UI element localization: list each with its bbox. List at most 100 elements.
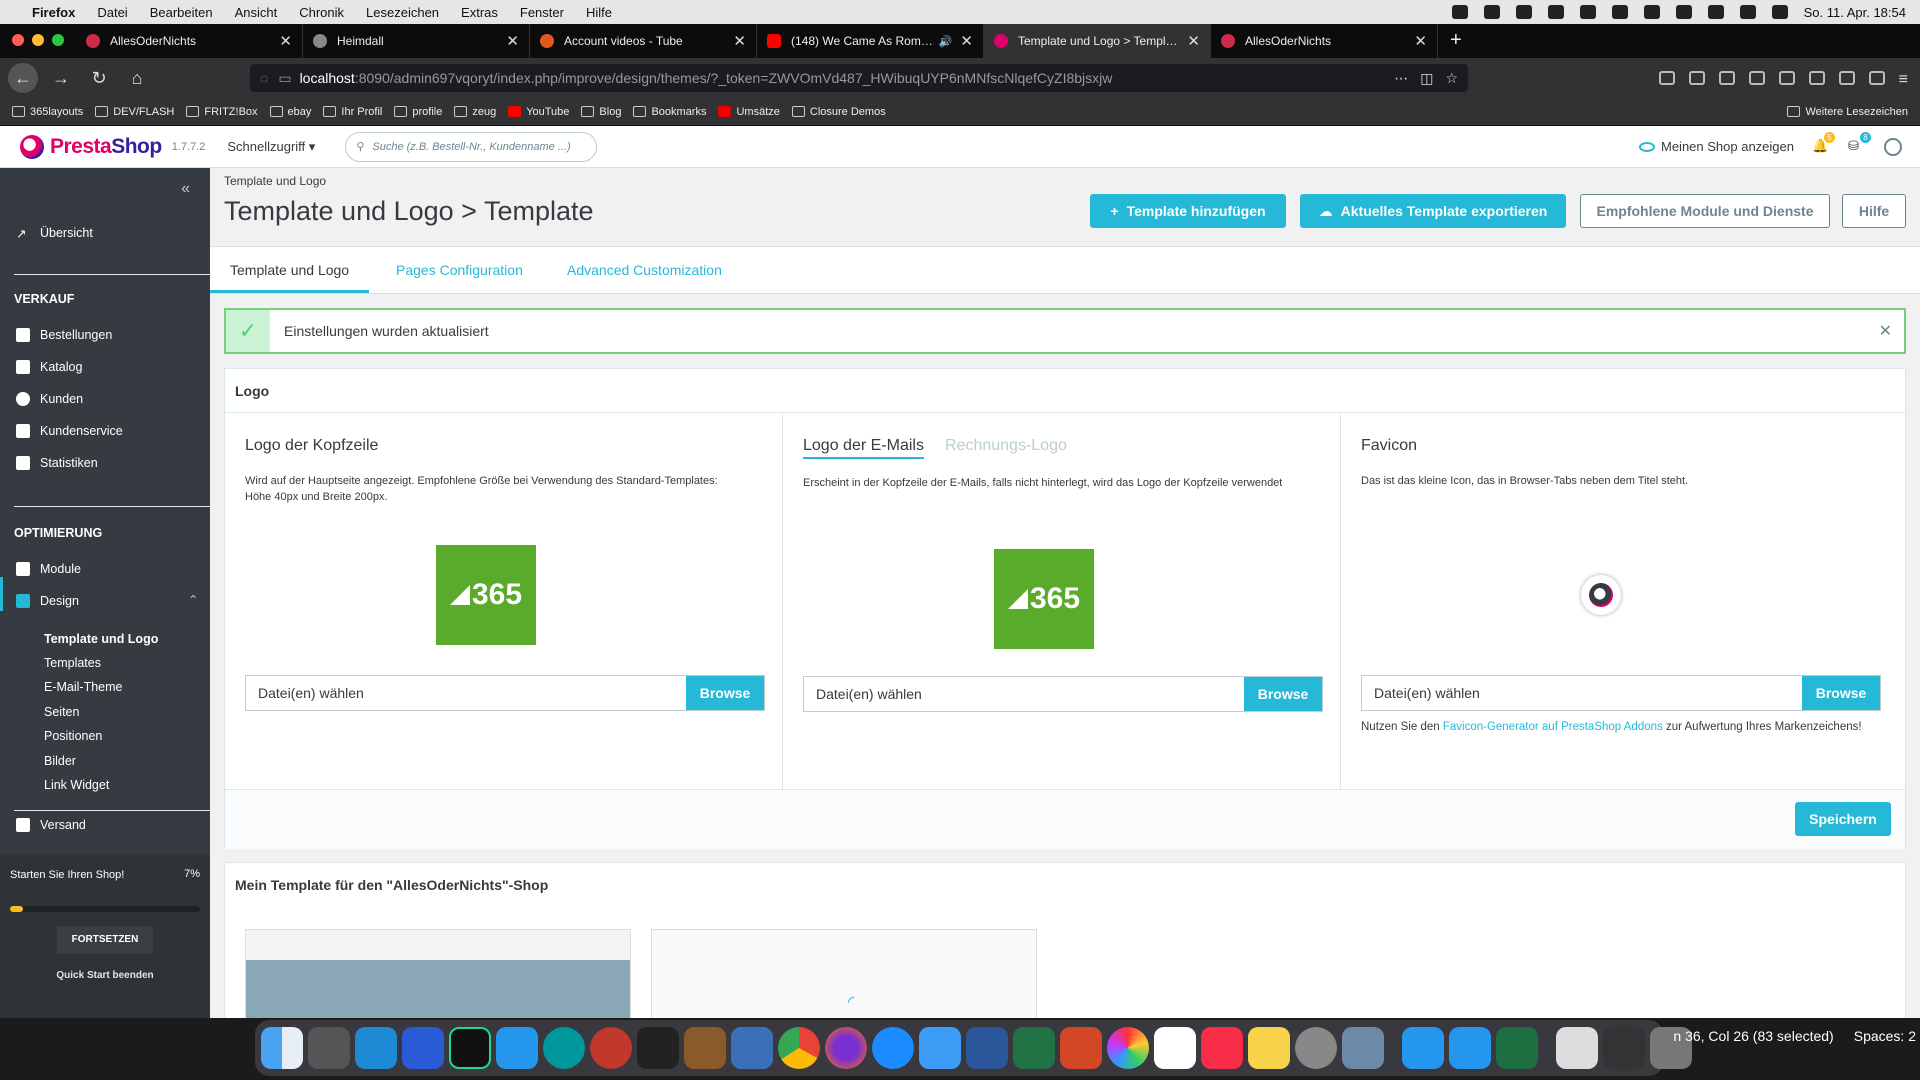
notifications-icon[interactable]: 🔔 5 [1812,131,1835,156]
add-template-button[interactable]: + Template hinzufügen [1090,194,1286,228]
word-icon[interactable] [966,1027,1008,1069]
help-button[interactable]: Hilfe [1842,194,1906,228]
screens-icon[interactable] [402,1027,444,1069]
spotlight-icon[interactable] [1739,5,1756,19]
sidebar-subitem-positions[interactable]: Positionen [44,729,102,743]
mail-icon[interactable] [919,1027,961,1069]
user-icon[interactable] [1707,5,1724,19]
home-icon[interactable]: ⌂ [122,68,152,89]
tab-invoice-logo[interactable]: Rechnungs-Logo [945,437,1067,455]
sidebar-item-customers[interactable]: Kunden [16,392,83,406]
menu-extras[interactable]: Extras [461,5,498,20]
sidebar-item-shipping[interactable]: Versand [16,818,86,832]
excel-icon[interactable] [1013,1027,1055,1069]
bookmark-star-icon[interactable]: ☆ [1445,70,1458,87]
finder-icon[interactable] [261,1027,303,1069]
system-preferences-icon[interactable] [1295,1027,1337,1069]
docker-icon[interactable] [1449,1027,1491,1069]
sidebar-subitem-pages[interactable]: Seiten [44,705,79,719]
photos-icon[interactable] [1107,1027,1149,1069]
sidebar-item-customer-service[interactable]: Kundenservice [16,424,123,438]
reload-icon[interactable]: ↻ [84,68,114,89]
browser-tab[interactable]: Heimdall ✕ [303,24,530,58]
zoom-window-icon[interactable] [52,34,64,46]
browse-button[interactable]: Browse [1244,677,1322,711]
menu-hilfe[interactable]: Hilfe [586,5,612,20]
status-icon[interactable] [1451,5,1468,19]
browse-button[interactable]: Browse [686,676,764,710]
cursor-position[interactable]: n 36, Col 26 (83 selected) [1673,1028,1833,1044]
close-tab-icon[interactable]: ✕ [733,32,746,50]
minimize-window-icon[interactable] [32,34,44,46]
bookmark-item[interactable]: zeug [454,106,496,118]
notes-icon[interactable] [1248,1027,1290,1069]
account-icon[interactable] [1884,137,1902,156]
orders-icon[interactable]: ⛁ 8 [1848,131,1871,156]
safari-icon[interactable] [872,1027,914,1069]
bookmark-item[interactable]: profile [394,106,442,118]
forward-icon[interactable]: → [46,68,76,89]
search-input[interactable]: ⚲ Suche (z.B. Bestell-Nr., Kundenname ..… [345,131,598,162]
save-button[interactable]: Speichern [1795,802,1891,836]
sidebar-item-design[interactable]: Design [16,594,79,608]
close-icon[interactable]: ✕ [1879,321,1892,341]
sidebar-item-orders[interactable]: Bestellungen [16,328,112,342]
tab-pages-configuration[interactable]: Pages Configuration [396,247,523,293]
arduino-icon[interactable] [543,1027,585,1069]
browser-tab[interactable]: (148) We Came As Romans 🔊 ✕ [757,24,984,58]
document-icon[interactable] [1556,1027,1598,1069]
powerpoint-icon[interactable] [1060,1027,1102,1069]
menu-app[interactable]: Firefox [32,5,75,20]
menu-chronik[interactable]: Chronik [299,5,344,20]
close-tab-icon[interactable]: ✕ [960,32,973,50]
quick-access-dropdown[interactable]: Schnellzugriff ▾ [227,139,315,155]
chevron-up-icon[interactable]: ⌃ [188,592,198,607]
calendar-icon[interactable] [1154,1027,1196,1069]
sidebar-item-catalog[interactable]: Katalog [16,360,82,374]
recommended-modules-button[interactable]: Empfohlene Module und Dienste [1580,194,1830,228]
sidebar-subitem-templates[interactable]: Templates [44,656,101,670]
extension-icon[interactable] [1748,71,1765,85]
tracking-shield-icon[interactable]: ◌ [260,70,268,86]
menu-ansicht[interactable]: Ansicht [235,5,278,20]
collapse-sidebar-icon[interactable]: « [181,180,190,198]
end-quickstart-link[interactable]: Quick Start beenden [0,970,210,981]
url-bar[interactable]: ◌ ▭ localhost:8090/admin697vqoryt/index.… [250,64,1468,92]
docker-icon[interactable] [1483,5,1500,19]
sidebar-item-overview[interactable]: ↗ Übersicht [16,226,93,241]
stacks-icon[interactable] [1603,1027,1645,1069]
control-center-icon[interactable] [1771,5,1788,19]
terminal-icon[interactable] [637,1027,679,1069]
preview-icon[interactable] [1342,1027,1384,1069]
battery-icon[interactable] [1643,5,1660,19]
music-icon[interactable] [1201,1027,1243,1069]
bookmark-item[interactable]: ebay [269,106,311,118]
audio-playing-icon[interactable]: 🔊 [939,35,953,48]
bookmark-item[interactable]: YouTube [508,106,569,118]
sidebar-subitem-images[interactable]: Bilder [44,754,76,768]
extension-icon[interactable] [1838,71,1855,85]
docker-icon[interactable] [496,1027,538,1069]
sidebar-subitem-email-theme[interactable]: E-Mail-Theme [44,680,123,694]
bookmark-item[interactable]: Blog [581,106,621,118]
tab-email-logo[interactable]: Logo der E-Mails [803,437,924,459]
clock[interactable]: So. 11. Apr. 18:54 [1804,5,1906,20]
close-tab-icon[interactable]: ✕ [506,32,519,50]
browser-tab-active[interactable]: Template und Logo > Template ✕ [984,24,1211,58]
calibre-icon[interactable] [684,1027,726,1069]
indentation[interactable]: Spaces: 2 [1854,1028,1916,1044]
breadcrumb[interactable]: Template und Logo [224,174,326,188]
bookmark-item[interactable]: DEV/FLASH [95,106,174,118]
page-info-icon[interactable]: ▭ [278,70,291,87]
bluetooth-icon[interactable] [1611,5,1628,19]
sidebar-item-stats[interactable]: Statistiken [16,456,98,470]
extension-icon[interactable] [1718,71,1735,85]
sidebar-item-modules[interactable]: Module [16,562,81,576]
wifi-icon[interactable] [1675,5,1692,19]
firefox-icon[interactable] [825,1027,867,1069]
bookmark-item[interactable]: Ihr Profil [323,106,382,118]
header-logo-file-input[interactable]: Datei(en) wählen Browse [245,675,765,711]
bookmark-item[interactable]: Bookmarks [633,106,706,118]
volume-icon[interactable] [1579,5,1596,19]
tab-template-logo[interactable]: Template und Logo [210,247,370,293]
